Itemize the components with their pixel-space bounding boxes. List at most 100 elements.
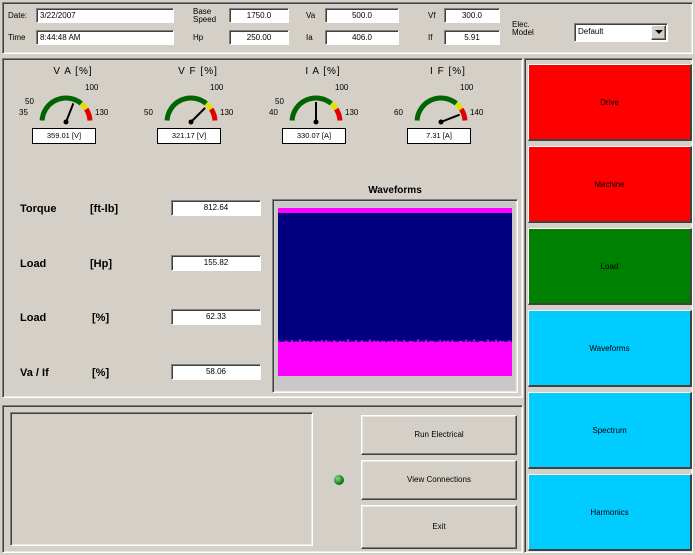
gauge-arc-segment [79,101,89,111]
waveform-blue-band [278,210,512,345]
hp-label: Hp [193,33,204,42]
measurement-unit: [%] [92,367,110,379]
gauge-arc-segment [39,95,83,121]
gauge-dial [39,95,93,125]
drive-button[interactable]: Drive [528,64,692,141]
machine-button[interactable]: Machine [528,146,692,223]
gauge: I A [%] 100 50 40 130 330.07 [A] [269,66,395,160]
gauge-max-label: 100 [460,83,474,92]
measurement-name: Load [20,258,47,270]
gauge-arc-segment [454,101,464,111]
gauge-high-label: 130 [345,108,359,117]
measurement-value: 58.06 [171,364,261,380]
measurement-value: 155.82 [171,255,261,271]
gauge-title: I A [%] [305,66,341,77]
elec-model-selected-value: Default [578,27,604,36]
gauge-title: V A [%] [53,66,93,77]
gauge-arc-segment [164,95,208,121]
gauge-title: I F [%] [430,66,466,77]
waveforms-label: Waveforms [589,344,630,353]
date-label: Date: [8,11,28,20]
base-speed-label-2: Speed [193,15,217,24]
gauge-arc-segment [414,95,458,121]
gauge-needle [65,103,75,123]
gauge-dial [164,95,218,125]
gauge-reading: 321.17 [V] [157,128,221,144]
exit-label: Exit [432,522,446,531]
base-speed-field[interactable]: 1750.0 [229,8,289,23]
gauge-needle [190,107,206,123]
message-area [10,412,313,546]
waveform-plot [272,199,518,393]
gauge-arc-segment [204,101,214,111]
run-electrical-button[interactable]: Run Electrical [361,415,517,455]
gauge-arc-segment [459,107,468,121]
measurement-unit: [Hp] [90,258,112,270]
gauge-low-label: 60 [394,108,403,117]
if-field[interactable]: 5.91 [444,30,500,45]
gauge-title: V F [%] [178,66,218,77]
gauge-high-label: 130 [95,108,109,117]
hp-field[interactable]: 250.00 [229,30,289,45]
status-led [334,475,344,485]
dropdown-button[interactable] [651,25,666,40]
load-label: Load [600,262,619,271]
gauge-mid-label: 50 [275,97,284,106]
view-connections-button[interactable]: View Connections [361,460,517,500]
machine-label: Machine [594,180,625,189]
spectrum-label: Spectrum [592,426,627,435]
run-electrical-label: Run Electrical [414,430,464,439]
exit-button[interactable]: Exit [361,505,517,549]
view-connections-label: View Connections [407,475,471,484]
spectrum-button[interactable]: Spectrum [528,392,692,469]
elec-model-select[interactable]: Default [574,23,668,42]
if-label: If [428,33,433,42]
measurement-unit: [%] [92,312,110,324]
gauge-arc-segment [209,107,218,121]
harmonics-button[interactable]: Harmonics [528,474,692,551]
date-field[interactable]: 3/22/2007 [36,8,174,23]
gauge: V A [%] 100 50 35 130 359.01 [V] [19,66,145,160]
measurement-unit: [ft-lb] [90,203,119,215]
gauge-max-label: 100 [85,83,99,92]
drive-label: Drive [600,98,619,107]
gauge-arc-segment [289,95,333,121]
measurement-value: 812.64 [171,200,261,216]
gauge-high-label: 140 [470,108,484,117]
ia-field[interactable]: 406.0 [325,30,399,45]
gauge-arc-segment [334,107,343,121]
gauge-hub [313,119,319,125]
gauge-high-label: 130 [220,108,234,117]
waveform-magenta-top [278,208,512,213]
elec-model-label-2: Model [512,28,534,37]
harmonics-label: Harmonics [590,508,629,517]
gauge-max-label: 100 [335,83,349,92]
measurement-name: Torque [20,203,57,215]
gauge-low-label: 50 [144,108,153,117]
waveforms-title: Waveforms [368,185,422,196]
gauge-max-label: 100 [210,83,224,92]
vf-field[interactable]: 300.0 [444,8,500,23]
waveform-magenta-bottom [278,342,512,376]
vf-label: Vf [428,11,436,20]
gauge-low-label: 40 [269,108,278,117]
va-label: Va [306,11,316,20]
gauge: I F [%] 100 60 140 7.31 [A] [394,66,520,160]
gauge-arc-segment [329,101,339,111]
gauge-hub [63,119,69,125]
measurement-name: Va / If [20,367,49,379]
waveform-svg [275,202,515,390]
gauge-dial [289,95,343,125]
gauge-reading: 359.01 [V] [32,128,96,144]
time-label: Time [8,33,26,42]
load-button[interactable]: Load [528,228,692,305]
gauge-hub [188,119,194,125]
gauge-reading: 330.07 [A] [282,128,346,144]
ia-label: Ia [306,33,313,42]
time-field[interactable]: 8:44:48 AM [36,30,174,45]
gauge-hub [438,119,444,125]
gauge-mid-label: 50 [25,97,34,106]
waveforms-button[interactable]: Waveforms [528,310,692,387]
va-field[interactable]: 500.0 [325,8,399,23]
gauge: V F [%] 100 50 130 321.17 [V] [144,66,270,160]
